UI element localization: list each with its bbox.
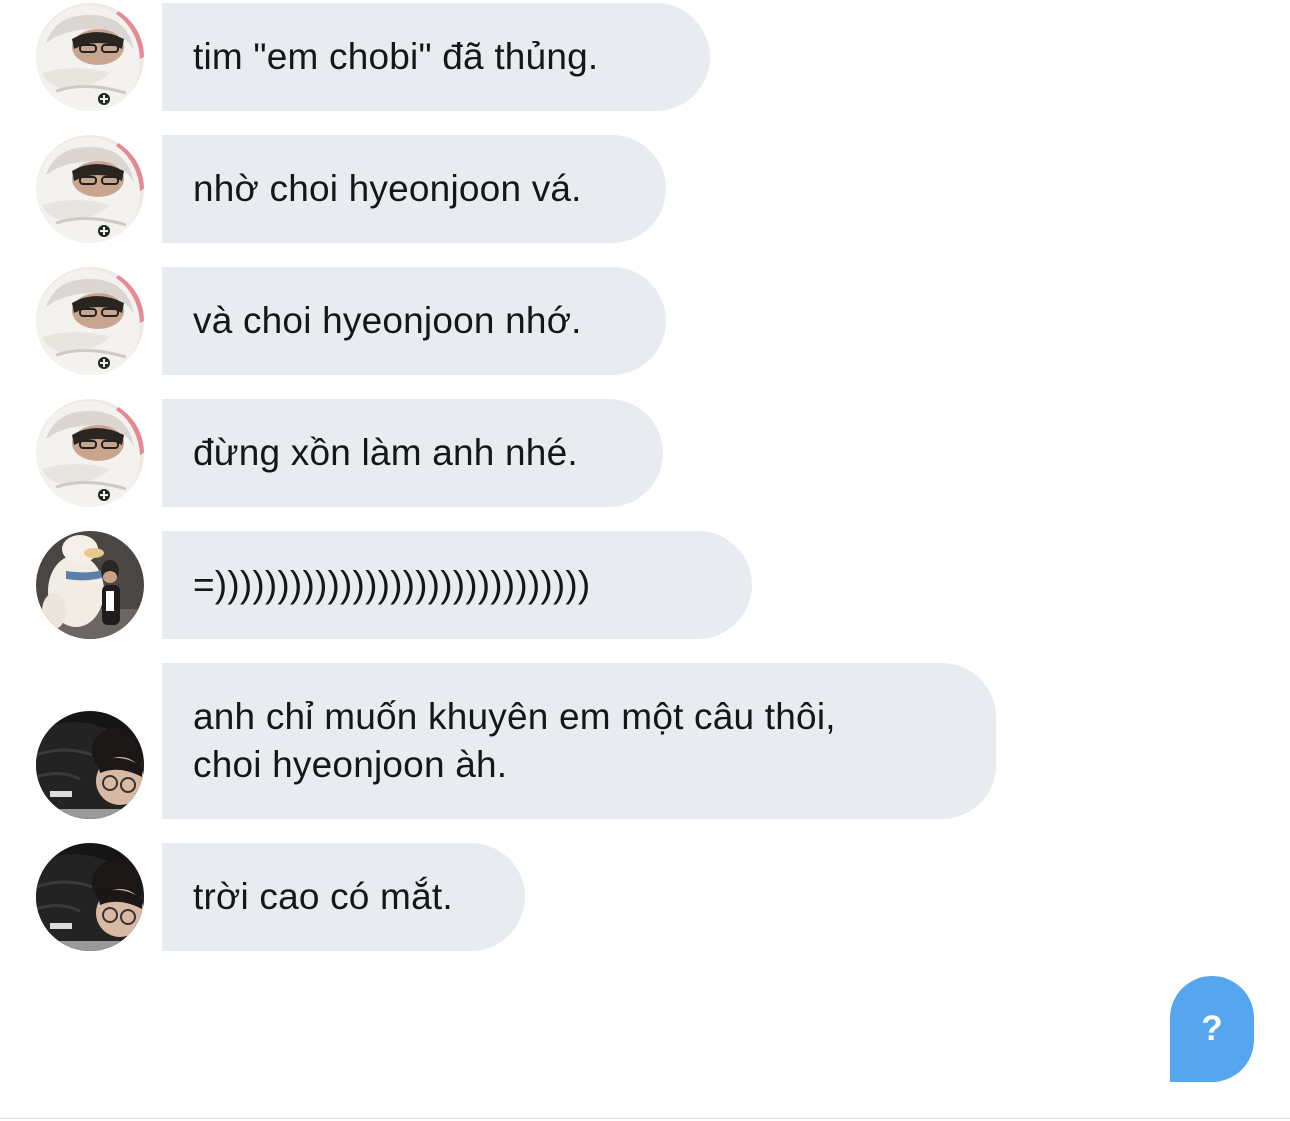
- avatar[interactable]: [36, 267, 144, 375]
- avatar[interactable]: [36, 711, 144, 819]
- message-bubble[interactable]: và choi hyeonjoon nhớ.: [162, 267, 666, 375]
- question-icon: ?: [1201, 1009, 1223, 1048]
- divider: [0, 1118, 1290, 1119]
- message-bubble[interactable]: nhờ choi hyeonjoon vá.: [162, 135, 666, 243]
- avatar[interactable]: [36, 843, 144, 951]
- message-bubble[interactable]: đừng xồn làm anh nhé.: [162, 399, 663, 507]
- message-bubble[interactable]: tim "em chobi" đã thủng.: [162, 3, 710, 111]
- avatar[interactable]: [36, 399, 144, 507]
- message-bubble[interactable]: =)))))))))))))))))))))))))))))): [162, 531, 752, 639]
- message-bubble[interactable]: anh chỉ muốn khuyên em một câu thôi, cho…: [162, 663, 996, 819]
- avatar[interactable]: [36, 531, 144, 639]
- avatar[interactable]: [36, 3, 144, 111]
- help-button[interactable]: ?: [1170, 976, 1254, 1082]
- message-bubble[interactable]: trời cao có mắt.: [162, 843, 525, 951]
- message-thread: tim "em chobi" đã thủng. nhờ choi hyeonj…: [0, 0, 1290, 1121]
- avatar[interactable]: [36, 135, 144, 243]
